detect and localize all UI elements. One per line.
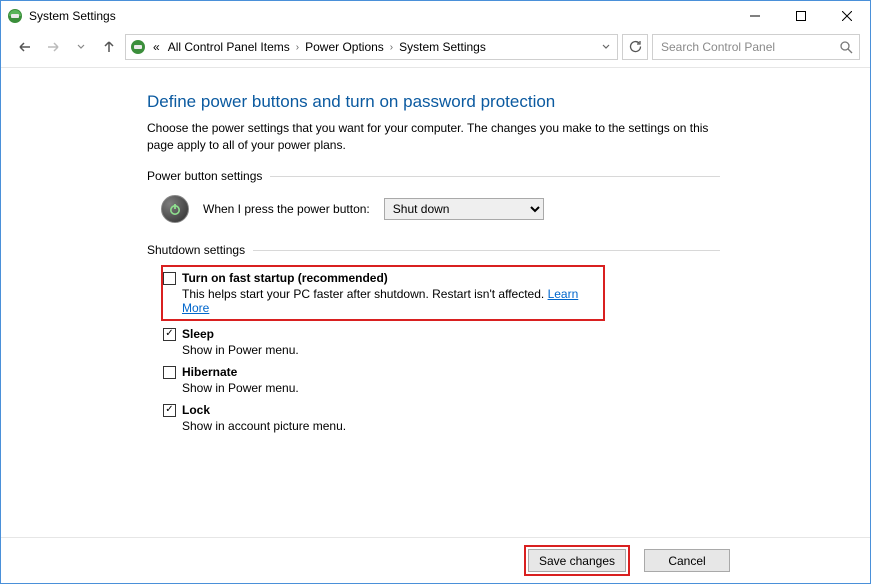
refresh-button[interactable] <box>622 34 648 60</box>
breadcrumb-item[interactable]: Power Options <box>302 40 387 54</box>
option-label: Hibernate <box>182 365 237 379</box>
power-icon <box>161 195 189 223</box>
content-area: Define power buttons and turn on passwor… <box>1 68 870 537</box>
checkbox-sleep[interactable] <box>163 328 176 341</box>
titlebar: System Settings <box>1 1 870 31</box>
forward-button[interactable] <box>41 35 65 59</box>
window: System Settings <box>0 0 871 584</box>
option-desc: Show in Power menu. <box>182 343 720 357</box>
section-label: Shutdown settings <box>147 243 245 257</box>
power-button-row: When I press the power button: Shut down <box>147 193 720 233</box>
checkbox-fast-startup[interactable] <box>163 272 176 285</box>
option-desc: This helps start your PC faster after sh… <box>182 287 544 301</box>
option-hibernate: Hibernate Show in Power menu. <box>163 365 720 395</box>
highlight-fast-startup: Turn on fast startup (recommended) This … <box>161 265 605 321</box>
power-button-label: When I press the power button: <box>203 202 370 216</box>
search-box[interactable] <box>652 34 860 60</box>
window-title: System Settings <box>29 9 116 23</box>
chevron-right-icon: › <box>389 42 394 53</box>
option-fast-startup: Turn on fast startup (recommended) This … <box>163 271 593 315</box>
nav-row: « All Control Panel Items › Power Option… <box>1 31 870 67</box>
power-button-select[interactable]: Shut down <box>384 198 544 220</box>
section-label: Power button settings <box>147 169 262 183</box>
save-button[interactable]: Save changes <box>528 549 626 572</box>
shutdown-options: Turn on fast startup (recommended) This … <box>147 265 720 433</box>
close-button[interactable] <box>824 1 870 31</box>
breadcrumb-item[interactable]: System Settings <box>396 40 489 54</box>
option-lock: Lock Show in account picture menu. <box>163 403 720 433</box>
highlight-save: Save changes <box>524 545 630 576</box>
breadcrumb-item[interactable]: All Control Panel Items <box>165 40 293 54</box>
chevron-right-icon: › <box>295 42 300 53</box>
option-label: Sleep <box>182 327 214 341</box>
maximize-button[interactable] <box>778 1 824 31</box>
page-intro: Choose the power settings that you want … <box>147 120 720 155</box>
back-button[interactable] <box>13 35 37 59</box>
control-panel-icon <box>130 39 146 55</box>
recent-dropdown-icon[interactable] <box>69 35 93 59</box>
up-button[interactable] <box>97 35 121 59</box>
checkbox-hibernate[interactable] <box>163 366 176 379</box>
search-input[interactable] <box>659 39 834 55</box>
option-label: Turn on fast startup (recommended) <box>182 271 388 285</box>
search-icon <box>840 41 853 54</box>
app-icon <box>7 8 23 24</box>
chevron-down-icon[interactable] <box>597 40 615 54</box>
power-button-section-header: Power button settings <box>147 169 720 183</box>
page-heading: Define power buttons and turn on passwor… <box>147 92 720 112</box>
minimize-button[interactable] <box>732 1 778 31</box>
option-desc: Show in account picture menu. <box>182 419 720 433</box>
cancel-button[interactable]: Cancel <box>644 549 730 572</box>
checkbox-lock[interactable] <box>163 404 176 417</box>
option-desc: Show in Power menu. <box>182 381 720 395</box>
footer: Save changes Cancel <box>1 537 870 583</box>
breadcrumb-prefix: « <box>150 40 163 54</box>
option-sleep: Sleep Show in Power menu. <box>163 327 720 357</box>
option-label: Lock <box>182 403 210 417</box>
shutdown-section-header: Shutdown settings <box>147 243 720 257</box>
address-bar[interactable]: « All Control Panel Items › Power Option… <box>125 34 618 60</box>
